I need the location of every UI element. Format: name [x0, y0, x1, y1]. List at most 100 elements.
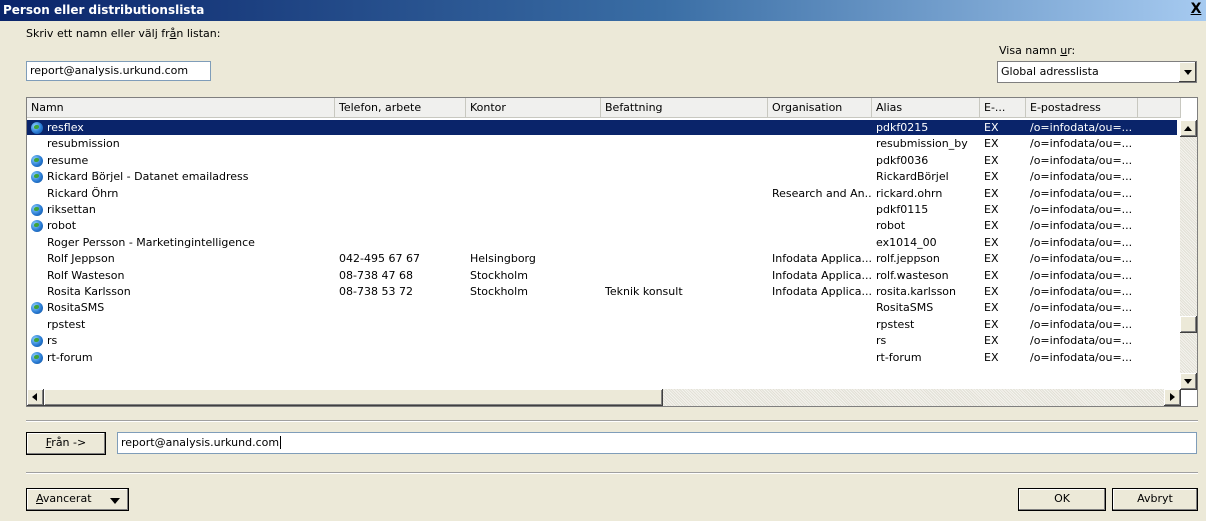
cell-office	[470, 350, 599, 365]
ok-button[interactable]: OK	[1018, 488, 1106, 511]
addressbook-select[interactable]: Global adresslista	[997, 61, 1197, 83]
cell-organisation: Infodata Applica...	[772, 252, 872, 266]
scroll-left-button[interactable]	[27, 389, 44, 406]
col-header-office[interactable]: Kontor	[466, 98, 601, 118]
cell-phone	[339, 169, 464, 184]
divider	[26, 420, 1198, 422]
cell-phone: 08-738 47 68	[339, 268, 413, 282]
table-row[interactable]: Rolf Wasteson 08-738 47 68 Stockholm Infoda…	[27, 268, 1177, 283]
cell-email: /o=infodata/ou=...	[1030, 334, 1133, 348]
table-row[interactable]: riksettan pdkf0115 EX/o=infodata/ou=...	[27, 202, 1177, 217]
cell-phone	[339, 300, 464, 315]
table-row[interactable]: RositaSMS RositaSMS EX/o=infodata/ou=...	[27, 300, 1177, 315]
cell-title	[605, 235, 765, 250]
globe-icon	[31, 171, 43, 184]
cell-name: rt-forum	[47, 350, 93, 364]
col-header-phone[interactable]: Telefon, arbete	[335, 98, 466, 118]
scroll-right-button[interactable]	[1164, 389, 1181, 406]
cell-email: /o=infodata/ou=...	[1030, 350, 1133, 364]
cell-organisation	[772, 136, 872, 151]
cell-organisation	[772, 300, 872, 315]
table-row[interactable]: robot robot EX/o=infodata/ou=...	[27, 218, 1177, 233]
cell-type: EX	[984, 268, 999, 282]
chevron-down-icon	[110, 498, 120, 504]
advanced-button[interactable]: Avancerat	[26, 488, 129, 511]
cell-organisation	[772, 169, 872, 184]
cell-title	[605, 251, 765, 266]
cell-email: /o=infodata/ou=...	[1030, 137, 1133, 151]
cell-name: resubmission	[47, 137, 120, 151]
cell-office	[470, 300, 599, 315]
cell-name: Rolf Wasteson	[47, 268, 125, 282]
cell-name: RositaSMS	[47, 301, 105, 315]
cell-phone	[339, 333, 464, 348]
divider	[26, 472, 1198, 474]
table-row[interactable]: Rickard Öhrn Research and An... rickard.oh…	[27, 186, 1177, 201]
cell-phone: 08-738 53 72	[339, 285, 413, 298]
cell-title	[605, 350, 765, 365]
cell-name: rpstest	[47, 317, 86, 331]
table-row[interactable]: resume pdkf0036 EX/o=infodata/ou=...	[27, 153, 1177, 168]
table-row[interactable]: rpstest rpstest EX/o=infodata/ou=...	[27, 317, 1177, 332]
cell-type: EX	[984, 170, 999, 184]
horizontal-scrollbar[interactable]	[27, 389, 1181, 406]
table-row[interactable]: Rolf Jeppson 042-495 67 67 Helsingborg Info…	[27, 251, 1177, 266]
col-header-email[interactable]: E-postadress	[1026, 98, 1138, 118]
title-bar: Person eller distributionslista X	[0, 0, 1206, 21]
table-row[interactable]: resflex pdkf0215 EX/o=infodata/ou=...	[27, 120, 1177, 135]
horizontal-scroll-thumb[interactable]	[44, 389, 663, 406]
scroll-up-button[interactable]	[1180, 120, 1197, 137]
cell-phone	[339, 350, 464, 365]
vertical-scrollbar[interactable]	[1180, 120, 1197, 390]
cell-organisation	[772, 350, 872, 365]
col-header-name[interactable]: Namn	[27, 98, 335, 118]
cell-office	[470, 202, 599, 217]
cell-title	[605, 218, 765, 233]
cell-organisation	[772, 317, 872, 332]
cell-alias: rs	[876, 334, 887, 348]
cell-title: Teknik konsult	[605, 285, 683, 298]
cell-alias: rolf.jeppson	[876, 252, 940, 266]
cell-title	[605, 153, 765, 168]
cell-phone	[339, 136, 464, 151]
table-row[interactable]: resubmission resubmission_by EX/o=infodata…	[27, 136, 1177, 151]
cell-organisation	[772, 333, 872, 348]
table-row[interactable]: Roger Persson - Marketingintelligence ex1…	[27, 235, 1177, 250]
vertical-scroll-thumb[interactable]	[1180, 316, 1197, 333]
cancel-button[interactable]: Avbryt	[1112, 488, 1198, 511]
text-cursor	[280, 436, 282, 449]
cell-phone	[339, 317, 464, 332]
col-header-title[interactable]: Befattning	[601, 98, 768, 118]
col-header-alias[interactable]: Alias	[872, 98, 980, 118]
col-header-filler	[1138, 98, 1181, 118]
cell-type: EX	[984, 137, 999, 151]
table-row[interactable]: Rosita Karlsson 08-738 53 72 Stockholm Tekn…	[27, 284, 1177, 299]
recipient-list[interactable]: Namn Telefon, arbete Kontor Befattning O…	[26, 97, 1198, 407]
cell-alias: rpstest	[876, 317, 915, 331]
cell-organisation	[772, 202, 872, 217]
cell-title	[605, 169, 765, 184]
col-header-organisation[interactable]: Organisation	[768, 98, 872, 118]
cell-email: /o=infodata/ou=...	[1030, 301, 1133, 315]
close-icon[interactable]: X	[1188, 2, 1204, 18]
cell-email: /o=infodata/ou=...	[1030, 235, 1133, 249]
table-row[interactable]: rs rs EX/o=infodata/ou=...	[27, 333, 1177, 348]
cell-alias: pdkf0115	[876, 203, 929, 216]
cell-email: /o=infodata/ou=...	[1030, 121, 1133, 134]
search-input[interactable]: report@analysis.urkund.com	[26, 61, 211, 81]
cell-phone	[339, 120, 464, 135]
from-button[interactable]: Från ->	[26, 432, 106, 455]
cell-phone	[339, 153, 464, 168]
chevron-down-icon[interactable]	[1178, 62, 1196, 82]
table-row[interactable]: Rickard Börjel - Datanet emailadress Rick…	[27, 169, 1177, 184]
from-input[interactable]: report@analysis.urkund.com	[117, 432, 1197, 454]
cell-title	[605, 300, 765, 315]
scroll-down-button[interactable]	[1180, 373, 1197, 390]
cell-type: EX	[984, 285, 999, 298]
cell-alias: rolf.wasteson	[876, 268, 949, 282]
cell-email: /o=infodata/ou=...	[1030, 268, 1133, 282]
cell-alias: RositaSMS	[876, 301, 934, 315]
cell-organisation	[772, 218, 872, 233]
col-header-type[interactable]: E-...	[980, 98, 1026, 118]
table-row[interactable]: rt-forum rt-forum EX/o=infodata/ou=...	[27, 350, 1177, 365]
